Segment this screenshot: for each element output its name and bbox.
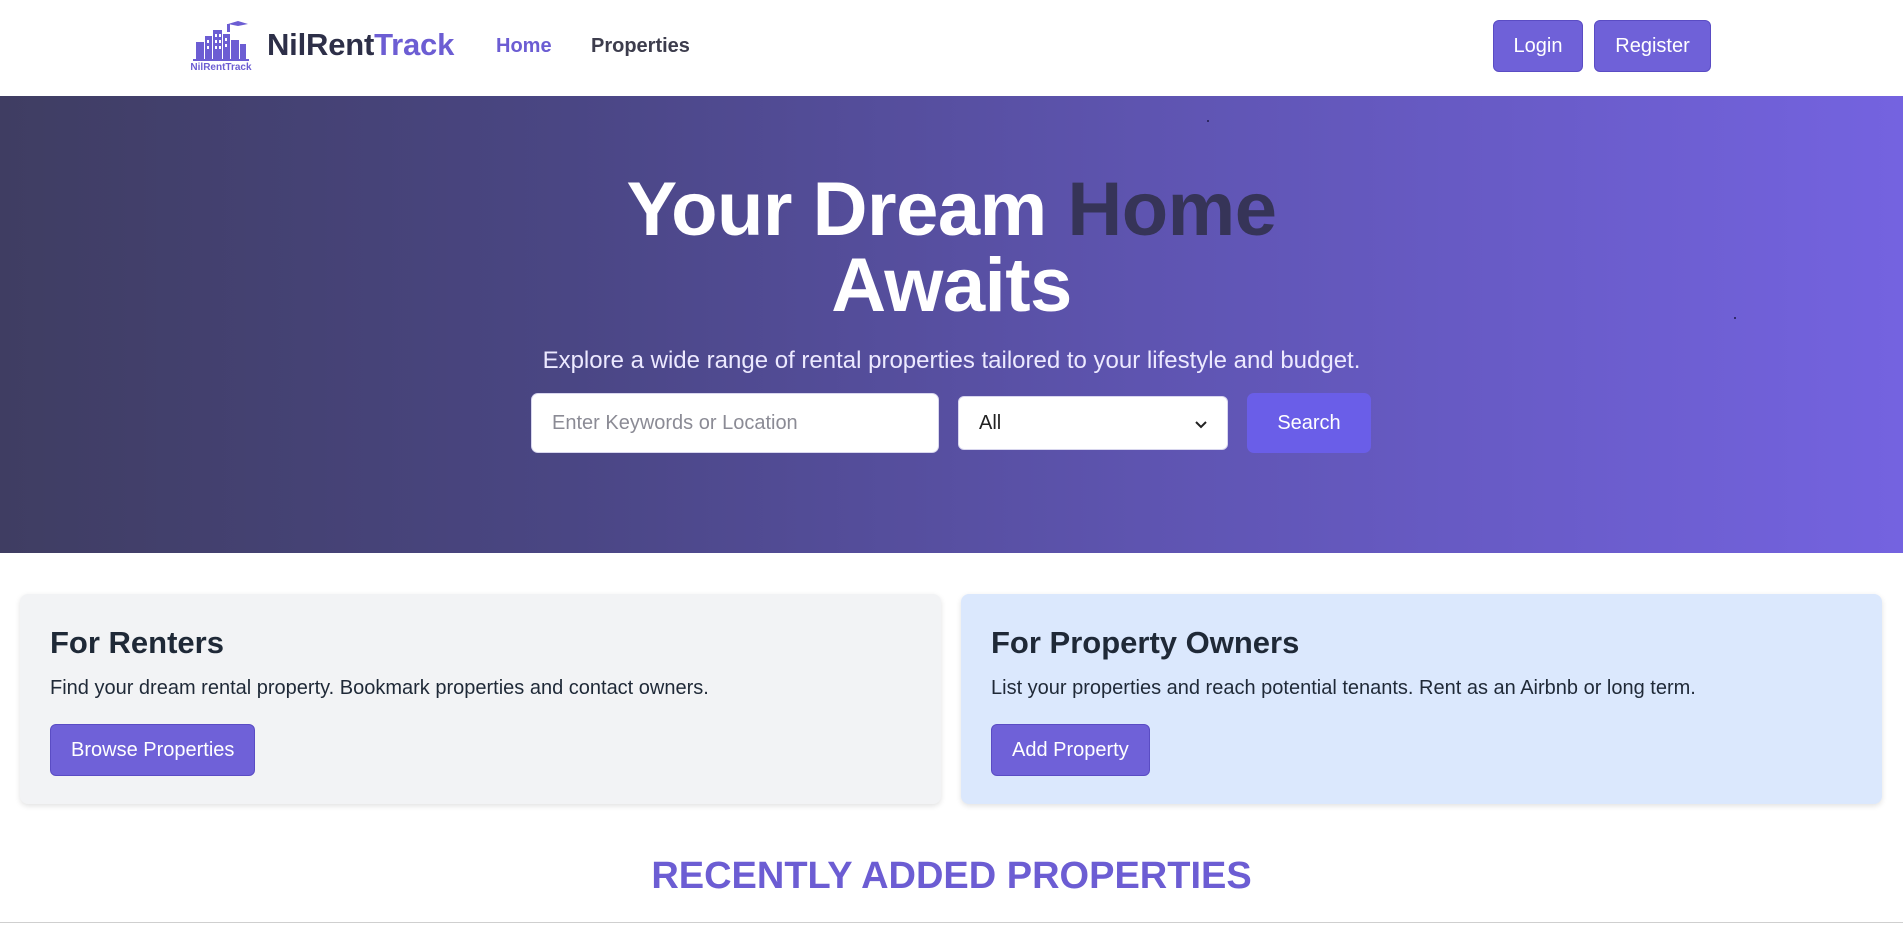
add-property-button[interactable]: Add Property: [991, 724, 1150, 776]
brand-name-part2: Track: [374, 27, 455, 62]
renters-card-title: For Renters: [50, 625, 224, 660]
owners-card-title: For Property Owners: [991, 625, 1300, 660]
browse-properties-button[interactable]: Browse Properties: [50, 724, 256, 776]
search-input[interactable]: [531, 393, 939, 453]
nav-properties-link[interactable]: Properties: [591, 34, 690, 58]
navbar: NilRentTrack NilRentTrack Home Propertie…: [0, 0, 1903, 96]
decorative-dot: [1207, 120, 1209, 122]
brand-name[interactable]: NilRentTrack: [267, 27, 454, 63]
owners-card: For Property Owners List your properties…: [961, 594, 1882, 804]
owners-card-text: List your properties and reach potential…: [991, 677, 1696, 699]
building-logo-icon[interactable]: NilRentTrack: [190, 20, 256, 73]
property-type-select[interactable]: All: [958, 396, 1228, 450]
renters-card: For Renters Find your dream rental prope…: [20, 594, 941, 804]
recent-properties-heading: RECENTLY ADDED PROPERTIES: [651, 855, 1252, 897]
hero-title-part1: Your Dream: [626, 167, 1068, 252]
renters-card-text: Find your dream rental property. Bookmar…: [50, 677, 709, 699]
hero-title-accent: Home: [1067, 167, 1277, 252]
hero-banner: Your Dream Home Awaits Explore a wide ra…: [0, 96, 1903, 553]
divider: [0, 922, 1903, 923]
chevron-down-icon: [1195, 412, 1207, 435]
nav-home-link[interactable]: Home: [496, 34, 552, 58]
brand-name-part1: NilRent: [267, 27, 375, 62]
register-button[interactable]: Register: [1594, 20, 1711, 72]
logo-text: NilRentTrack: [190, 62, 252, 72]
hero-title: Your Dream Home Awaits: [0, 172, 1903, 324]
hero-title-part2: Awaits: [831, 243, 1072, 328]
search-button[interactable]: Search: [1247, 393, 1371, 453]
login-button[interactable]: Login: [1493, 20, 1583, 72]
hero-subtitle: Explore a wide range of rental propertie…: [542, 347, 1361, 374]
property-type-select-value: All: [979, 411, 1002, 434]
